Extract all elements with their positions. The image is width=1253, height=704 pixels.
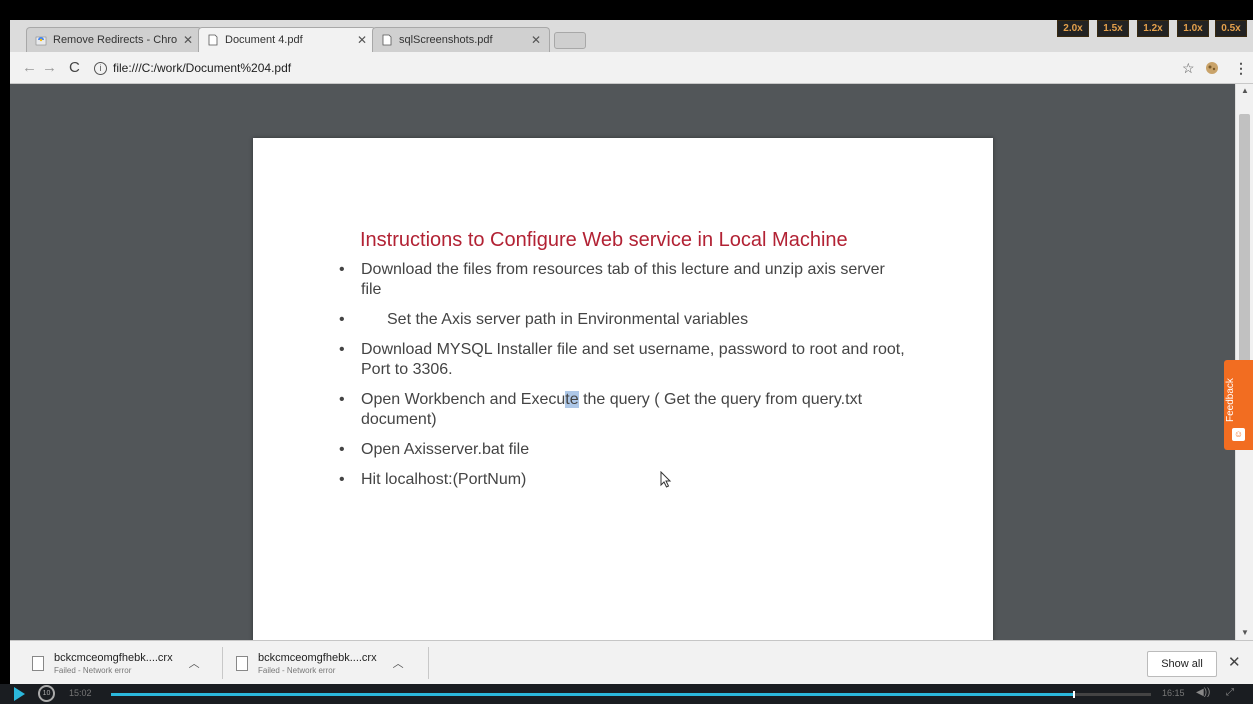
document-icon xyxy=(208,34,218,46)
pdf-viewer: Instructions to Configure Web service in… xyxy=(10,84,1235,640)
address-toolbar: ← → C i file:///C:/work/Document%204.pdf… xyxy=(10,52,1253,84)
download-item[interactable]: bckcmceomgfhebk....crx Failed - Network … xyxy=(32,647,200,679)
tab-sqlscreenshots[interactable]: sqlScreenshots.pdf ✕ xyxy=(372,27,550,52)
bookmark-star-icon[interactable]: ☆ xyxy=(1182,60,1195,77)
download-filename: bckcmceomgfhebk....crx xyxy=(258,651,377,664)
text-before: Open Workbench and Execu xyxy=(361,391,566,408)
file-icon xyxy=(236,655,248,671)
download-item[interactable]: bckcmceomgfhebk....crx Failed - Network … xyxy=(236,647,404,679)
total-time: 16:15 xyxy=(1162,688,1185,698)
close-download-bar-icon[interactable]: ✕ xyxy=(1228,653,1241,671)
tab-close-icon[interactable]: ✕ xyxy=(183,33,193,47)
tab-close-icon[interactable]: ✕ xyxy=(357,33,367,47)
speed-1x-button[interactable]: 1.0x xyxy=(1177,20,1209,37)
list-item: Open Axisserver.bat file xyxy=(339,440,909,460)
feedback-face-icon: ☺ xyxy=(1232,428,1245,441)
chrome-store-icon xyxy=(35,36,47,46)
tab-label: sqlScreenshots.pdf xyxy=(399,34,493,46)
fullscreen-icon[interactable]: ⤢ xyxy=(1226,687,1234,698)
info-icon[interactable]: i xyxy=(94,61,107,75)
current-time: 15:02 xyxy=(69,688,92,698)
progress-fill xyxy=(111,693,1073,696)
forward-arrow-icon[interactable]: → xyxy=(42,59,57,76)
show-all-button[interactable]: Show all xyxy=(1147,651,1217,677)
tab-label: Remove Redirects - Chro xyxy=(53,34,177,46)
tab-label: Document 4.pdf xyxy=(225,34,303,46)
speed-0-5x-button[interactable]: 0.5x xyxy=(1215,20,1247,37)
rewind-10-icon[interactable]: 10 xyxy=(38,685,55,702)
feedback-label: Feedback xyxy=(1225,378,1236,422)
video-player-bar: 10 15:02 16:15 ◀)) ⤢ xyxy=(0,684,1253,704)
list-item: Hit localhost:(PortNum) xyxy=(339,470,909,490)
reload-icon[interactable]: C xyxy=(69,59,80,76)
progress-knob[interactable] xyxy=(1073,691,1075,698)
file-icon xyxy=(32,655,44,671)
list-item: Open Workbench and Execute the query ( G… xyxy=(339,390,909,430)
menu-kebab-icon[interactable]: ⋮ xyxy=(1234,60,1248,77)
progress-track[interactable] xyxy=(111,691,1151,698)
download-status: Failed - Network error xyxy=(258,665,336,675)
text-selection: te xyxy=(565,391,579,408)
speed-1-2x-button[interactable]: 1.2x xyxy=(1137,20,1169,37)
download-bar: bckcmceomgfhebk....crx Failed - Network … xyxy=(10,640,1253,684)
volume-icon[interactable]: ◀)) xyxy=(1196,687,1210,698)
scroll-up-arrow-icon[interactable]: ▲ xyxy=(1236,86,1253,95)
browser-window: Remove Redirects - Chro ✕ Document 4.pdf… xyxy=(10,20,1253,684)
download-filename: bckcmceomgfhebk....crx xyxy=(54,651,173,664)
tab-document-4[interactable]: Document 4.pdf ✕ xyxy=(198,27,376,52)
back-arrow-icon[interactable]: ← xyxy=(22,59,37,76)
new-tab-button[interactable] xyxy=(554,32,586,49)
chevron-up-icon[interactable]: ︿ xyxy=(189,655,200,671)
tab-close-icon[interactable]: ✕ xyxy=(531,33,541,47)
chevron-up-icon[interactable]: ︿ xyxy=(393,655,404,671)
document-icon xyxy=(382,34,392,46)
url-text: file:///C:/work/Document%204.pdf xyxy=(113,61,292,75)
scroll-down-arrow-icon[interactable]: ▼ xyxy=(1236,628,1253,637)
download-status: Failed - Network error xyxy=(54,665,132,675)
tab-strip: Remove Redirects - Chro ✕ Document 4.pdf… xyxy=(10,20,1253,52)
speed-2x-button[interactable]: 2.0x xyxy=(1057,20,1089,37)
tab-remove-redirects[interactable]: Remove Redirects - Chro ✕ xyxy=(26,27,202,52)
divider xyxy=(428,647,429,679)
pdf-page: Instructions to Configure Web service in… xyxy=(253,138,993,640)
instruction-list: Download the files from resources tab of… xyxy=(339,260,909,500)
feedback-tab[interactable]: Feedback ☺ xyxy=(1224,360,1253,450)
extension-icon[interactable] xyxy=(1205,61,1219,75)
list-item: Download MYSQL Installer file and set us… xyxy=(339,340,909,380)
document-title: Instructions to Configure Web service in… xyxy=(360,229,848,251)
list-item: Download the files from resources tab of… xyxy=(339,260,909,300)
divider xyxy=(222,647,223,679)
play-icon[interactable] xyxy=(14,687,25,701)
mouse-cursor-icon xyxy=(660,471,672,488)
address-bar[interactable]: i file:///C:/work/Document%204.pdf xyxy=(94,58,1174,78)
list-item: Set the Axis server path in Environmenta… xyxy=(339,310,909,330)
speed-1-5x-button[interactable]: 1.5x xyxy=(1097,20,1129,37)
